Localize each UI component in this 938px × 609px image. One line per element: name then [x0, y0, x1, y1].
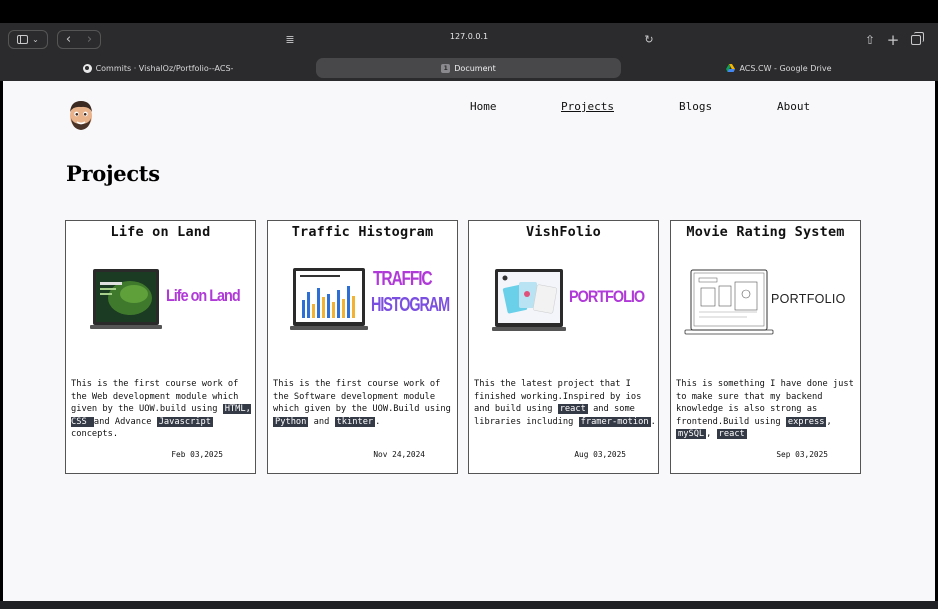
card-description: This is something I have done just to ma… — [676, 379, 854, 440]
reload-icon[interactable]: ↻ — [643, 30, 655, 49]
thumbnail-text: TRAFFIC — [373, 268, 433, 290]
nav-blogs[interactable]: Blogs — [679, 100, 712, 113]
tab-badge: 1 — [441, 63, 451, 73]
tech-tag: react — [557, 404, 588, 415]
screen-top-bar — [0, 0, 938, 23]
project-thumbnail: PORTFOLIO — [677, 242, 856, 366]
tab-document[interactable]: 1 Document — [316, 58, 621, 78]
browser-chrome: ⌄ ‹ › ≣ 127.0.0.1 ↻ ⇧ + Commits · Vishal… — [0, 23, 938, 81]
nav-home[interactable]: Home — [470, 100, 497, 113]
tab-bar: Commits · VishalOz/Portfolio--ACS- 1 Doc… — [0, 55, 938, 81]
tech-tag: Python — [273, 416, 309, 427]
nav-projects[interactable]: Projects — [561, 100, 614, 113]
project-card-vishfolio[interactable]: VishFolio PORTFOLIO This the latest proj… — [468, 220, 659, 474]
tab-label: Document — [454, 63, 496, 73]
tab-label: ACS.CW - Google Drive — [739, 63, 832, 73]
new-tab-icon[interactable]: + — [886, 30, 900, 49]
thumbnail-text: Life on Land — [166, 286, 241, 305]
avatar[interactable] — [67, 98, 95, 132]
thumbnail-text: PORTFOLIO — [771, 292, 846, 306]
card-description: This is the first course work of the Sof… — [273, 379, 451, 427]
card-title: Movie Rating System — [686, 224, 845, 240]
browser-toolbar: ⌄ ‹ › ≣ 127.0.0.1 ↻ ⇧ + — [0, 23, 938, 55]
card-date: Nov 24,2024 — [373, 450, 425, 459]
tab-github-commits[interactable]: Commits · VishalOz/Portfolio--ACS- — [8, 58, 308, 78]
project-thumbnail: TRAFFIC HISTOGRAM — [274, 242, 453, 366]
project-card-movie-rating-system[interactable]: Movie Rating System PORTFOLIO This is so… — [670, 220, 861, 474]
card-title: Life on Land — [110, 224, 211, 240]
tech-tag: mySQL — [676, 429, 707, 440]
project-card-life-on-land[interactable]: Life on Land Life on Land This is the fi… — [65, 220, 256, 474]
card-title: Traffic Histogram — [291, 224, 434, 240]
thumbnail-text: HISTOGRAM — [371, 294, 450, 316]
tech-tag: Javascript — [156, 416, 213, 427]
tech-tag: tkinter — [334, 416, 376, 427]
card-date: Feb 03,2025 — [171, 450, 223, 459]
card-title: VishFolio — [526, 224, 601, 240]
nav-about[interactable]: About — [777, 100, 810, 113]
tech-tag: react — [716, 429, 747, 440]
page-content: Home Projects Blogs About Projects Life … — [3, 81, 935, 601]
tab-label: Commits · VishalOz/Portfolio--ACS- — [95, 63, 234, 73]
thumbnail-text: PORTFOLIO — [569, 287, 645, 306]
card-date: Aug 03,2025 — [574, 450, 626, 459]
tech-tag: express — [785, 416, 827, 427]
project-card-traffic-histogram[interactable]: Traffic Histogram TRAFFIC HISTOGRAM This… — [267, 220, 458, 474]
tab-google-drive[interactable]: ACS.CW - Google Drive — [628, 58, 930, 78]
tech-tag: framer-motion — [578, 416, 651, 427]
project-thumbnail: PORTFOLIO — [475, 242, 654, 366]
share-icon[interactable]: ⇧ — [863, 30, 877, 49]
card-description: This the latest project that I finished … — [474, 379, 656, 427]
google-drive-icon — [726, 64, 736, 72]
project-thumbnail: Life on Land — [72, 242, 251, 366]
address-bar[interactable]: 127.0.0.1 — [0, 32, 938, 41]
card-description: This is the first course work of the Web… — [71, 379, 251, 440]
screen-bottom-bar — [0, 601, 938, 609]
card-date: Sep 03,2025 — [776, 450, 828, 459]
github-icon — [82, 63, 92, 73]
page-title: Projects — [66, 161, 160, 186]
tab-overview-icon[interactable] — [909, 30, 924, 49]
